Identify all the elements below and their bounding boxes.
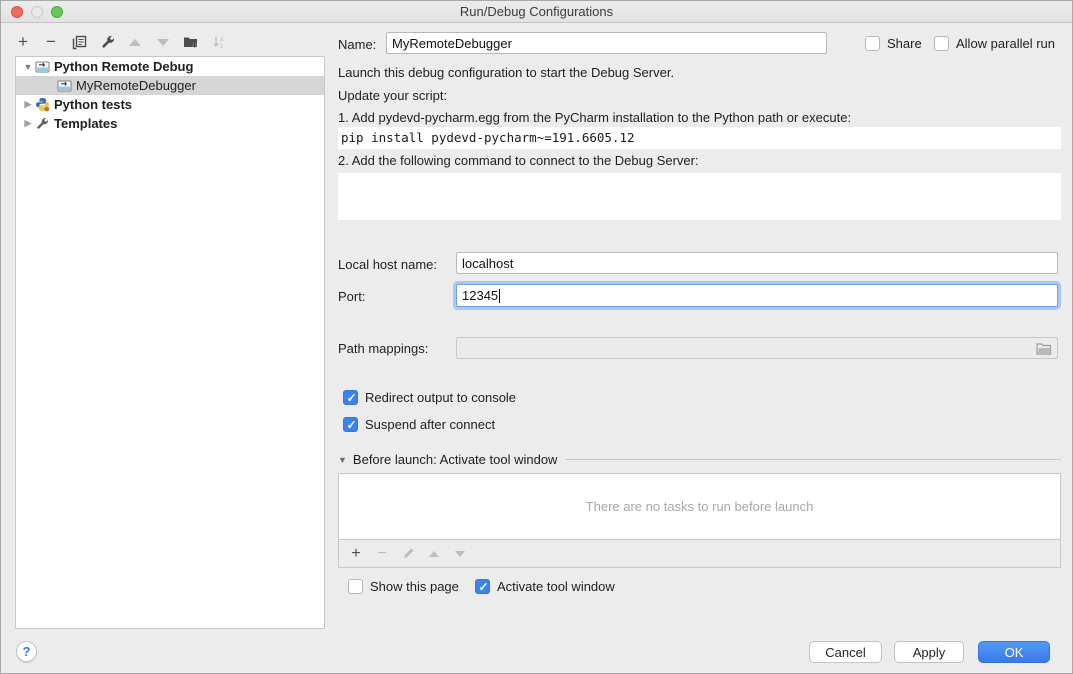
pip-install-command: pip install pydevd-pycharm~=191.6605.12 bbox=[338, 127, 1061, 149]
allow-parallel-run-label[interactable]: Allow parallel run bbox=[956, 36, 1055, 51]
local-host-name-input[interactable]: localhost bbox=[456, 252, 1058, 274]
add-configuration-icon[interactable]: + bbox=[9, 30, 37, 54]
tree-item-python-remote-debug[interactable]: ▼ Python Remote Debug bbox=[16, 57, 324, 76]
tree-item-label: MyRemoteDebugger bbox=[76, 78, 196, 93]
redirect-output-checkbox[interactable] bbox=[343, 390, 358, 405]
suspend-after-connect-row: Suspend after connect bbox=[343, 417, 495, 432]
show-this-page-row: Show this page bbox=[348, 579, 459, 594]
move-down-icon[interactable] bbox=[149, 30, 177, 54]
tree-item-python-tests[interactable]: ▶ Python tests bbox=[16, 95, 324, 114]
run-debug-configurations-dialog: Run/Debug Configurations + − bbox=[0, 0, 1073, 674]
sort-alphabetically-icon[interactable]: a z bbox=[205, 30, 233, 54]
instruction-step-2: 2. Add the following command to connect … bbox=[338, 153, 699, 168]
collapse-section-icon[interactable]: ▼ bbox=[338, 455, 347, 465]
show-this-page-checkbox[interactable] bbox=[348, 579, 363, 594]
path-mappings-label: Path mappings: bbox=[338, 341, 428, 356]
remote-debug-config-icon bbox=[34, 59, 50, 75]
wrench-icon bbox=[100, 35, 115, 50]
port-input[interactable]: 12345 bbox=[456, 284, 1058, 307]
before-launch-header[interactable]: ▼ Before launch: Activate tool window bbox=[338, 452, 1061, 467]
ok-button[interactable]: OK bbox=[978, 641, 1050, 663]
sort-az-icon: a z bbox=[212, 35, 226, 49]
tree-item-label: Python tests bbox=[54, 97, 132, 112]
activate-tool-window-checkbox[interactable] bbox=[475, 579, 490, 594]
configurations-toolbar: + − a z bbox=[9, 30, 233, 54]
help-button[interactable]: ? bbox=[16, 641, 37, 662]
remove-configuration-icon[interactable]: − bbox=[37, 30, 65, 54]
svg-text:z: z bbox=[220, 43, 223, 49]
activate-tool-window-row: Activate tool window bbox=[475, 579, 615, 594]
browse-folder-icon[interactable] bbox=[1036, 342, 1052, 355]
before-launch-title: Before launch: Activate tool window bbox=[353, 452, 558, 467]
pencil-icon bbox=[402, 547, 415, 560]
instruction-line-1: Launch this debug configuration to start… bbox=[338, 65, 674, 80]
chevron-right-icon[interactable]: ▶ bbox=[22, 99, 34, 110]
local-host-name-label: Local host name: bbox=[338, 257, 437, 272]
title-bar: Run/Debug Configurations bbox=[1, 1, 1072, 23]
move-task-up-icon[interactable] bbox=[421, 543, 447, 565]
window-title: Run/Debug Configurations bbox=[1, 4, 1072, 19]
allow-parallel-checkbox-row: Allow parallel run bbox=[934, 36, 1055, 51]
path-mappings-input[interactable] bbox=[456, 337, 1058, 359]
share-checkbox[interactable] bbox=[865, 36, 880, 51]
edit-defaults-icon[interactable] bbox=[93, 30, 121, 54]
templates-wrench-icon bbox=[34, 116, 50, 132]
question-mark-icon: ? bbox=[23, 644, 31, 659]
copy-configuration-icon[interactable] bbox=[65, 30, 93, 54]
share-checkbox-row: Share bbox=[865, 36, 922, 51]
remote-debug-config-icon bbox=[56, 78, 72, 94]
svg-text:a: a bbox=[220, 36, 224, 43]
allow-parallel-run-checkbox[interactable] bbox=[934, 36, 949, 51]
redirect-output-label[interactable]: Redirect output to console bbox=[365, 390, 516, 405]
copy-icon bbox=[72, 35, 87, 50]
before-launch-toolbar: + − bbox=[338, 540, 1061, 568]
apply-button[interactable]: Apply bbox=[894, 641, 964, 663]
share-label[interactable]: Share bbox=[887, 36, 922, 51]
before-launch-empty-text: There are no tasks to run before launch bbox=[586, 499, 814, 514]
show-this-page-label[interactable]: Show this page bbox=[370, 579, 459, 594]
text-cursor bbox=[499, 289, 500, 303]
redirect-output-row: Redirect output to console bbox=[343, 390, 516, 405]
folder-plus-icon bbox=[183, 35, 199, 49]
python-tests-icon bbox=[34, 97, 50, 113]
activate-tool-window-label[interactable]: Activate tool window bbox=[497, 579, 615, 594]
configurations-tree: ▼ Python Remote Debug MyRemoteDebugger bbox=[15, 56, 325, 629]
tree-item-label: Templates bbox=[54, 116, 117, 131]
move-task-down-icon[interactable] bbox=[447, 543, 473, 565]
name-input[interactable]: MyRemoteDebugger bbox=[386, 32, 827, 54]
tree-item-label: Python Remote Debug bbox=[54, 59, 193, 74]
tree-item-myremotedebugger[interactable]: MyRemoteDebugger bbox=[16, 76, 324, 95]
instruction-line-2: Update your script: bbox=[338, 88, 447, 103]
instruction-step-1: 1. Add pydevd-pycharm.egg from the PyCha… bbox=[338, 110, 851, 125]
before-launch-task-list: There are no tasks to run before launch bbox=[338, 473, 1061, 540]
code-line-import: import pydevd_pycharm bbox=[341, 217, 1061, 220]
add-task-icon[interactable]: + bbox=[343, 543, 369, 565]
port-label: Port: bbox=[338, 289, 365, 304]
section-divider bbox=[565, 459, 1061, 460]
suspend-after-connect-label[interactable]: Suspend after connect bbox=[365, 417, 495, 432]
suspend-after-connect-checkbox[interactable] bbox=[343, 417, 358, 432]
name-label: Name: bbox=[338, 37, 376, 52]
move-up-icon[interactable] bbox=[121, 30, 149, 54]
local-host-name-value: localhost bbox=[462, 256, 513, 271]
remove-task-icon[interactable]: − bbox=[369, 543, 395, 565]
settrace-code-block: import pydevd_pycharm pydevd_pycharm.set… bbox=[338, 173, 1061, 220]
name-value: MyRemoteDebugger bbox=[392, 36, 512, 51]
chevron-right-icon[interactable]: ▶ bbox=[22, 118, 34, 129]
new-folder-icon[interactable] bbox=[177, 30, 205, 54]
tree-item-templates[interactable]: ▶ Templates bbox=[16, 114, 324, 133]
cancel-button[interactable]: Cancel bbox=[809, 641, 882, 663]
edit-task-icon[interactable] bbox=[395, 543, 421, 565]
port-value: 12345 bbox=[462, 288, 498, 303]
chevron-down-icon[interactable]: ▼ bbox=[22, 62, 34, 72]
